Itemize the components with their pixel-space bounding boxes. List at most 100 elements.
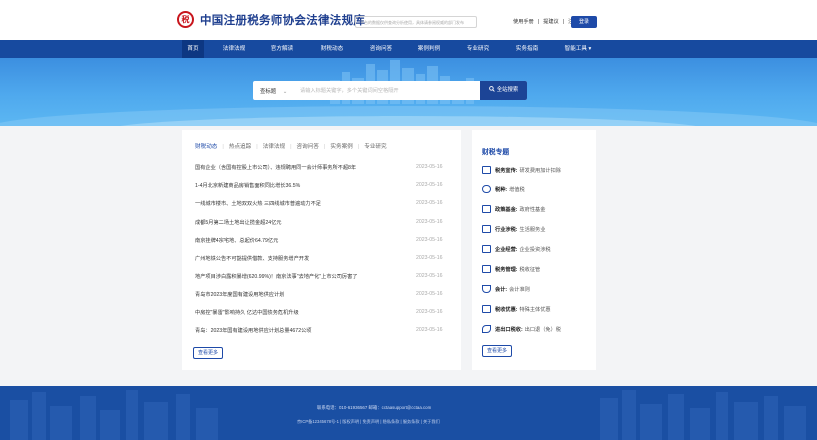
gift-icon [482,305,491,313]
topic-item[interactable]: 税务管理: 税收征管 [482,265,540,273]
news-title: 南京挂牌4宗宅地、总起价64.79亿元 [195,238,279,244]
tab-separator: | [222,144,224,150]
feedback-link[interactable]: 提建议 [543,19,559,25]
news-item[interactable]: 南京挂牌4宗宅地、总起价64.79亿元 2023-05-16 [195,237,447,244]
cloud-icon [482,185,491,193]
topic-item[interactable]: 税种: 增值税 [482,185,525,193]
calendar-icon [482,225,491,233]
nav-item-research[interactable]: 专业研究 [464,40,492,58]
login-button[interactable]: 登录 [571,16,597,28]
news-item[interactable]: 广州地铁公告不可豁提供借款、支持服务增产开发 2023-05-16 [195,255,447,262]
footer-contact: 联系电话：010-61936567 邮箱：cctaasupport@cctaa.… [317,405,432,410]
search-type-label: 查标题 [260,89,277,95]
nav-item-laws[interactable]: 法律法规 [220,40,248,58]
topic-item[interactable]: 政策基金: 政府性基金 [482,205,545,213]
trophy-icon [482,285,491,293]
news-title: 广州地铁公告不可豁提供借款、支持服务增产开发 [195,256,310,262]
topic-name: 行业涉税: [495,226,518,233]
tab-hot-topics[interactable]: 热点追踪 [229,144,251,150]
topic-desc: 会计准则 [509,286,530,293]
site-logo[interactable]: 税 中国注册税务师协会法律法规库 [177,11,365,28]
news-date: 2023-05-16 [416,182,443,188]
link-separator: | [562,19,565,25]
folder-icon [482,205,491,213]
search-type-select[interactable]: 查标题 ⌄ [260,87,287,95]
news-item[interactable]: 一线城市楼市、土地双双火热 三四线城市普遍动力不足 2023-05-16 [195,200,447,207]
topic-name: 税收优惠: [495,306,518,313]
news-more-button[interactable]: 查看更多 [193,347,224,359]
plane-icon [482,325,491,333]
news-date: 2023-05-16 [416,309,443,315]
search-button-label: 全站搜索 [496,87,519,93]
news-item[interactable]: 地产项目涉白露积暴增(620.99%)！南京法事"去地产化"上市公司厉害了 202… [195,273,447,280]
chart-icon [482,166,491,174]
news-title: 一线城市楼市、土地双双火热 三四线城市普遍动力不足 [195,201,321,207]
topic-name: 税务管理: [495,266,518,273]
topic-name: 税种: [495,186,508,193]
main-nav: 首页 法律法规 官方解读 财税动态 咨询问答 案例判例 专业研究 实务指南 智能… [0,40,817,58]
topic-desc: 生活服务业 [519,226,546,233]
news-date: 2023-05-16 [416,327,443,333]
header-search-input[interactable]: 平台的数据仅供查询分析使用，具体请参阅权威的部门发布 [355,16,477,28]
news-item[interactable]: 1-4月北京新建商品房销售面积同比增长36.5% 2023-05-16 [195,182,447,189]
tab-cases[interactable]: 实务案例 [330,144,352,150]
news-date: 2023-05-16 [416,237,443,243]
news-title: 青岛市2023年度国有建设用地供应计划 [195,292,285,298]
topic-item[interactable]: 企业经营: 企业投资涉税 [482,245,551,253]
topic-desc: 政府性基金 [519,206,546,213]
news-title: 地产项目涉白露积暴增(620.99%)！南京法事"去地产化"上市公司厉害了 [195,274,358,280]
nav-item-tools[interactable]: 智能工具 ▾ [560,40,596,58]
nav-item-news[interactable]: 财税动态 [318,40,346,58]
news-title: 1-4月北京新建商品房销售面积同比增长36.5% [195,183,301,189]
topic-item[interactable]: 行业涉税: 生活服务业 [482,225,545,233]
footer-skyline-illustration [10,390,806,440]
tab-finance-news[interactable]: 财税动态 [195,144,217,150]
link-separator: | [537,19,540,25]
news-item[interactable]: 青岛市2023年度国有建设用地供应计划 2023-05-16 [195,291,447,298]
nav-item-home[interactable]: 首页 [182,40,204,58]
news-date: 2023-05-16 [416,200,443,206]
logo-emblem-icon: 税 [177,11,194,28]
topic-desc: 增值税 [509,186,525,193]
news-date: 2023-05-16 [416,164,443,170]
topic-item[interactable]: 税务宣传: 研发费用加计扣除 [482,166,561,174]
main-search-bar: 查标题 ⌄ 请输入标题关键字，多个关键词间空格隔开 全站搜索 [253,81,527,100]
tab-research[interactable]: 专业研究 [364,144,386,150]
news-item[interactable]: 中房控"暴雷"影响持久 亿达中国债务危机升级 2023-05-16 [195,309,447,316]
news-item[interactable]: 成都5月第二场土地出让揽金超24亿元 2023-05-16 [195,219,447,226]
news-item[interactable]: 青岛：2023年国有建设用地供应计划总量4672公顷 2023-05-16 [195,327,447,334]
topics-more-button[interactable]: 查看更多 [482,345,513,357]
news-date: 2023-05-16 [416,255,443,261]
site-search-button[interactable]: 全站搜索 [480,81,527,100]
footer-links[interactable]: 京ICP备12345678号-1 | 版权声明 | 免责声明 | 隐私条款 | … [297,419,440,425]
site-footer [0,386,817,440]
topic-desc: 税收征管 [519,266,541,273]
tab-separator: | [256,144,258,150]
grid-icon [482,265,491,273]
main-search-input[interactable]: 请输入标题关键字，多个关键词间空格隔开 [300,87,399,94]
tab-separator: | [323,144,326,150]
news-item[interactable]: 国有企业（含国有控股上市公司）、违规聘用同一会计师事务所不超8年 2023-05-… [195,164,447,171]
nav-item-cases[interactable]: 案例判例 [415,40,443,58]
topic-desc: 研发费用加计扣除 [519,167,561,174]
manual-link[interactable]: 使用手册 [513,19,534,25]
topic-item[interactable]: 会计: 会计准则 [482,285,530,293]
topic-name: 进出口税收: [495,326,523,333]
topic-desc: 特殊主体优惠 [519,306,551,313]
topic-name: 税务宣传: [495,167,518,174]
nav-item-interpretation[interactable]: 官方解读 [268,40,296,58]
search-icon [488,86,495,92]
nav-item-qa[interactable]: 咨询问答 [367,40,395,58]
tab-laws[interactable]: 法律法规 [263,144,285,150]
topic-name: 政策基金: [495,206,518,213]
topic-item[interactable]: 进出口税收: 出口退（免）税 [482,325,561,333]
topic-name: 企业经营: [495,246,518,253]
nav-item-guide[interactable]: 实务指南 [513,40,541,58]
topic-desc: 出口退（免）税 [524,326,561,333]
site-title: 中国注册税务师协会法律法规库 [200,14,366,27]
tab-qa[interactable]: 咨询问答 [297,144,319,150]
news-title: 中房控"暴雷"影响持久 亿达中国债务危机升级 [195,310,299,316]
news-title: 成都5月第二场土地出让揽金超24亿元 [195,220,282,226]
topic-item[interactable]: 税收优惠: 特殊主体优惠 [482,305,551,313]
topic-name: 会计: [495,286,508,293]
